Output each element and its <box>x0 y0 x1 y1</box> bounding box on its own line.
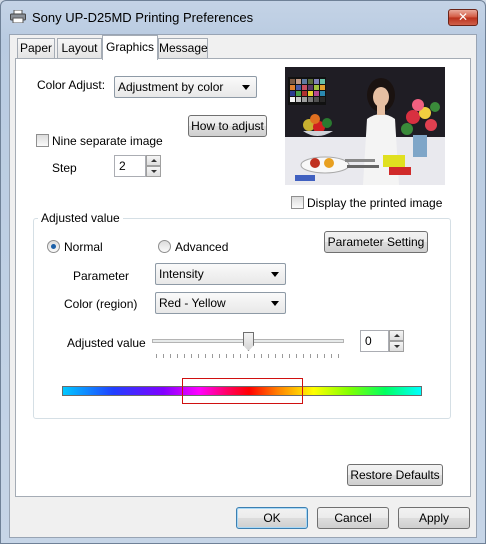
advanced-radio-label: Advanced <box>175 240 229 254</box>
tab-paper[interactable]: Paper <box>17 38 55 59</box>
slider-ticks <box>156 354 342 358</box>
window-title: Sony UP-D25MD Printing Preferences <box>32 10 254 25</box>
step-spinner[interactable] <box>146 155 161 177</box>
radio-selected-dot <box>51 244 56 249</box>
parameter-select[interactable]: Intensity <box>155 263 286 285</box>
normal-radio-label: Normal <box>64 240 103 254</box>
parameter-label: Parameter <box>73 269 130 283</box>
color-adjust-label: Color Adjust: <box>37 78 106 92</box>
advanced-radio[interactable] <box>158 240 171 253</box>
adjusted-value-group-title: Adjusted value <box>38 211 123 225</box>
adjusted-value-label: Adjusted value <box>67 336 146 350</box>
tab-graphics[interactable]: Graphics <box>102 35 158 60</box>
restore-defaults-button[interactable]: Restore Defaults <box>347 464 443 486</box>
selected-region-marker <box>182 378 303 404</box>
display-printed-image-checkbox[interactable] <box>291 196 304 209</box>
parameter-value: Intensity <box>159 267 204 281</box>
normal-radio[interactable] <box>47 240 60 253</box>
step-label: Step <box>52 161 77 175</box>
chevron-down-icon <box>271 301 279 306</box>
display-printed-image-label: Display the printed image <box>307 196 443 210</box>
color-region-label: Color (region) <box>64 297 138 311</box>
spin-up-icon[interactable] <box>146 155 161 166</box>
apply-button[interactable]: Apply <box>398 507 470 529</box>
close-button[interactable]: ✕ <box>448 9 478 26</box>
chevron-down-icon <box>242 85 250 90</box>
adjusted-value-input[interactable]: 0 <box>360 330 389 352</box>
color-adjust-select[interactable]: Adjustment by color <box>114 76 257 98</box>
cancel-button[interactable]: Cancel <box>317 507 389 529</box>
spin-down-icon[interactable] <box>146 166 161 177</box>
parameter-setting-button[interactable]: Parameter Setting <box>324 231 428 253</box>
sample-photo-image <box>285 67 445 185</box>
color-adjust-value: Adjustment by color <box>118 80 224 94</box>
step-input[interactable]: 2 <box>114 155 146 177</box>
ok-button[interactable]: OK <box>236 507 308 529</box>
title-bar[interactable]: Sony UP-D25MD Printing Preferences ✕ <box>1 1 485 31</box>
adjusted-value-spinner[interactable] <box>389 330 404 352</box>
nine-separate-image-label: Nine separate image <box>52 134 163 148</box>
chevron-down-icon <box>271 272 279 277</box>
color-region-select[interactable]: Red - Yellow <box>155 292 286 314</box>
printer-icon <box>10 10 26 23</box>
how-to-adjust-button[interactable]: How to adjust <box>188 115 267 137</box>
spin-up-icon[interactable] <box>389 330 404 341</box>
spin-down-icon[interactable] <box>389 341 404 352</box>
nine-separate-image-checkbox[interactable] <box>36 134 49 147</box>
preview-image <box>285 67 445 185</box>
tab-layout[interactable]: Layout <box>57 38 102 59</box>
tab-message[interactable]: Message <box>158 38 208 59</box>
color-region-value: Red - Yellow <box>159 296 226 310</box>
